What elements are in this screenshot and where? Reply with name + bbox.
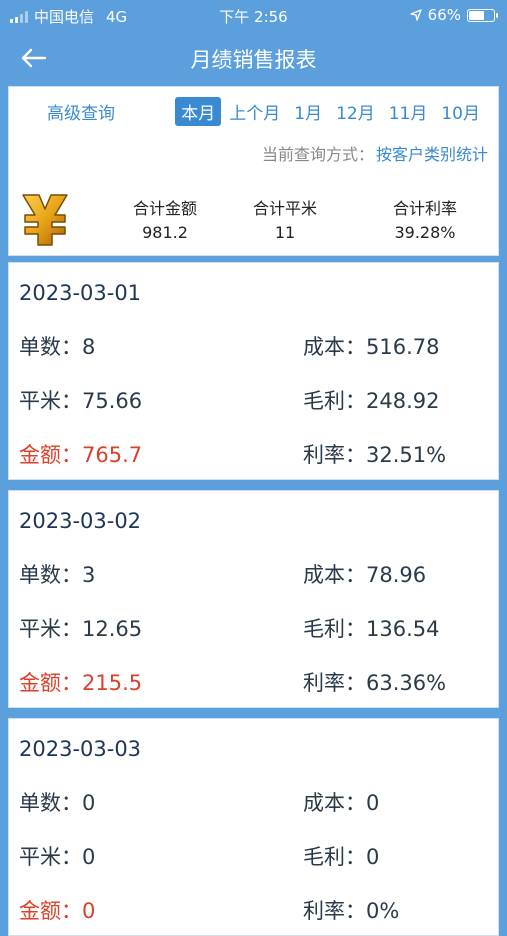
month-tabs: 本月 上个月 1月 12月 11月 10月 <box>175 97 486 126</box>
area-value: 0 <box>82 845 96 869</box>
area-value: 12.65 <box>82 617 143 641</box>
amount-label: 金额： <box>19 899 82 923</box>
rate-label: 利率： <box>303 899 366 923</box>
totals-row: 合计金额 981.2 合计平米 11 合计利率 39.28% <box>9 187 498 247</box>
rate-value: 32.51% <box>366 443 447 467</box>
advanced-query-link[interactable]: 高级查询 <box>47 99 115 124</box>
nav-bar: 月绩销售报表 <box>0 30 507 86</box>
cost-value: 516.78 <box>366 335 440 359</box>
profit-field: 毛利：0 <box>303 841 379 871</box>
orders-field: 单数：0 <box>19 787 95 817</box>
cost-field: 成本：516.78 <box>303 331 439 361</box>
rate-value: 63.36% <box>366 671 447 695</box>
query-mode-value[interactable]: 按客户类别统计 <box>376 145 488 164</box>
orders-field: 单数：3 <box>19 559 95 589</box>
total-area-label: 合计平米 <box>252 199 317 218</box>
total-rate-label: 合计利率 <box>392 199 457 218</box>
orders-value: 0 <box>82 791 96 815</box>
profit-label: 毛利： <box>303 845 366 869</box>
rate-label: 利率： <box>303 671 366 695</box>
filter-row: 高级查询 本月 上个月 1月 12月 11月 10月 <box>9 97 498 126</box>
profit-label: 毛利： <box>303 389 366 413</box>
total-area-value: 11 <box>274 223 296 242</box>
total-amount-value: 981.2 <box>142 223 188 242</box>
page-title: 月绩销售报表 <box>190 48 317 72</box>
status-right: 66% <box>409 6 498 24</box>
area-field: 平米：0 <box>19 841 95 871</box>
amount-field: 金额：215.5 <box>19 667 142 697</box>
amount-label: 金额： <box>19 443 82 467</box>
month-tab[interactable]: 1月 <box>288 97 328 126</box>
orders-label: 单数： <box>19 563 82 587</box>
amount-field: 金额：765.7 <box>19 439 142 469</box>
total-amount: 合计金额 981.2 <box>95 195 235 242</box>
orders-value: 8 <box>82 335 96 359</box>
yen-coin-icon <box>22 194 68 246</box>
month-tab[interactable]: 上个月 <box>223 97 286 126</box>
month-tab[interactable]: 12月 <box>330 97 381 126</box>
area-value: 75.66 <box>82 389 143 413</box>
query-mode: 当前查询方式： 按客户类别统计 <box>262 141 488 165</box>
month-tab[interactable]: 11月 <box>383 97 434 126</box>
amount-value: 215.5 <box>82 671 143 695</box>
location-arrow-icon <box>409 9 422 21</box>
total-area: 合计平米 11 <box>215 195 355 242</box>
amount-value: 765.7 <box>82 443 143 467</box>
rate-field: 利率：63.36% <box>303 667 446 697</box>
cost-value: 78.96 <box>366 563 427 587</box>
rate-label: 利率： <box>303 443 366 467</box>
profit-label: 毛利： <box>303 617 366 641</box>
orders-label: 单数： <box>19 335 82 359</box>
orders-value: 3 <box>82 563 96 587</box>
amount-label: 金额： <box>19 671 82 695</box>
area-field: 平米：75.66 <box>19 385 142 415</box>
month-tab[interactable]: 10月 <box>435 97 486 126</box>
report-date: 2023-03-01 <box>19 281 142 305</box>
daily-report-card[interactable]: 2023-03-01 单数：8 成本：516.78 平米：75.66 毛利：248.92… <box>8 262 499 480</box>
area-field: 平米：12.65 <box>19 613 142 643</box>
area-label: 平米： <box>19 389 82 413</box>
cost-field: 成本：0 <box>303 787 379 817</box>
rate-value: 0% <box>366 899 400 923</box>
cost-value: 0 <box>366 791 380 815</box>
orders-field: 单数：8 <box>19 331 95 361</box>
total-amount-label: 合计金额 <box>132 199 197 218</box>
profit-field: 毛利：136.54 <box>303 613 439 643</box>
cost-label: 成本： <box>303 563 366 587</box>
filter-panel: 高级查询 本月 上个月 1月 12月 11月 10月 当前查询方式： 按客户类别统计 合计金… <box>8 86 499 256</box>
status-bar: 中国电信 4G 下午 2:56 66% <box>0 0 507 30</box>
profit-value: 0 <box>366 845 380 869</box>
daily-report-card[interactable]: 2023-03-03 单数：0 成本：0 平米：0 毛利：0 金额：0 利率：0% <box>8 718 499 936</box>
battery-icon <box>467 8 498 22</box>
orders-label: 单数： <box>19 791 82 815</box>
total-rate: 合计利率 39.28% <box>355 195 495 242</box>
rate-field: 利率：32.51% <box>303 439 446 469</box>
profit-field: 毛利：248.92 <box>303 385 439 415</box>
battery-percent: 66% <box>427 6 461 24</box>
cost-field: 成本：78.96 <box>303 559 426 589</box>
daily-report-card[interactable]: 2023-03-02 单数：3 成本：78.96 平米：12.65 毛利：136.54 金… <box>8 490 499 708</box>
report-date: 2023-03-03 <box>19 737 142 761</box>
area-label: 平米： <box>19 617 82 641</box>
total-rate-value: 39.28% <box>394 223 456 242</box>
battery-level <box>469 10 485 20</box>
report-date: 2023-03-02 <box>19 509 142 533</box>
cost-label: 成本： <box>303 335 366 359</box>
area-label: 平米： <box>19 845 82 869</box>
amount-value: 0 <box>82 899 96 923</box>
cost-label: 成本： <box>303 791 366 815</box>
profit-value: 136.54 <box>366 617 440 641</box>
profit-value: 248.92 <box>366 389 440 413</box>
query-mode-label: 当前查询方式： <box>261 145 374 164</box>
month-tab[interactable]: 本月 <box>175 97 222 126</box>
